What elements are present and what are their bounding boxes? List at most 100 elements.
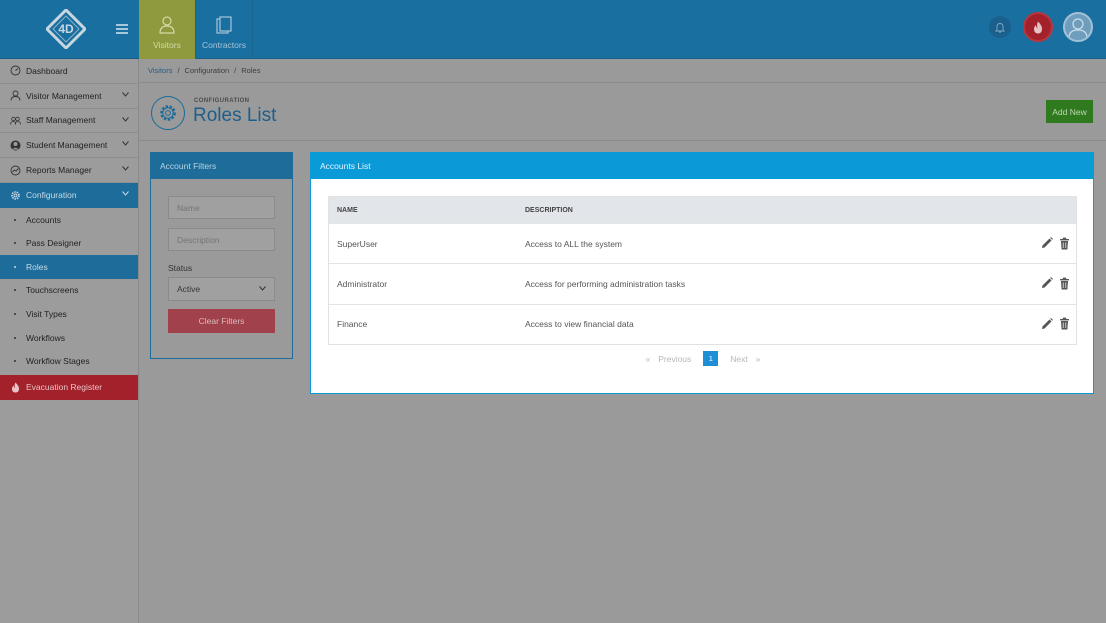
logo-text: 4D: [58, 22, 74, 36]
topnav-contractors[interactable]: Contractors: [196, 0, 253, 59]
delete-icon[interactable]: [1059, 317, 1070, 330]
pagination-next[interactable]: Next: [730, 354, 747, 364]
sidebar-subitem-pass-designer[interactable]: Pass Designer: [0, 231, 138, 255]
gear-icon: [10, 190, 21, 201]
chevron-down-icon: [122, 91, 129, 97]
breadcrumb-separator: /: [234, 66, 237, 75]
status-select-value: Active: [177, 284, 201, 294]
chevron-down-icon: [122, 141, 129, 147]
edit-icon[interactable]: [1040, 276, 1054, 290]
table-row: Finance Access to view financial data: [329, 303, 1076, 344]
sidebar-item-visitor-management[interactable]: Visitor Management: [0, 84, 138, 109]
sidebar-item-label: Dashboard: [26, 65, 68, 76]
chevron-down-icon: [122, 166, 129, 171]
row-actions: [1035, 317, 1070, 331]
chevron-down-icon: [122, 116, 129, 122]
topnav-contractors-label: Contractors: [202, 40, 246, 50]
sidebar-subitem-label: Pass Designer: [26, 238, 82, 249]
flame-icon: [1033, 21, 1043, 33]
flame-icon: [10, 382, 21, 393]
edit-icon[interactable]: [1040, 236, 1054, 250]
table-row: Administrator Access for performing admi…: [329, 263, 1076, 303]
chevron-down-icon: [259, 286, 266, 291]
breadcrumb-separator: /: [177, 66, 180, 75]
filters-title: Account Filters: [151, 153, 292, 179]
user-icon: [159, 16, 175, 34]
sidebar-subitem-label: Workflow Stages: [26, 356, 90, 367]
sidebar-subitem-label: Touchscreens: [26, 285, 79, 296]
sidebar-item-label: Visitor Management: [26, 90, 102, 101]
top-nav: Visitors Contractors: [139, 0, 253, 59]
group-icon: [10, 115, 21, 126]
document-icon: [216, 16, 232, 34]
row-description: Access to ALL the system: [525, 238, 623, 249]
delete-icon[interactable]: [1059, 277, 1070, 290]
avatar-user-icon: [1068, 18, 1088, 38]
table-header: NAME DESCRIPTION: [329, 197, 1076, 223]
sidebar-item-configuration[interactable]: Configuration: [0, 182, 138, 208]
column-header-description[interactable]: DESCRIPTION: [525, 207, 573, 214]
row-actions: [1035, 236, 1070, 250]
sidebar-subitem-touchscreens[interactable]: Touchscreens: [0, 279, 138, 303]
sidebar-item-label: Configuration: [26, 190, 77, 201]
chevron-down-icon: [122, 191, 129, 196]
row-name: Administrator: [337, 278, 388, 289]
accounts-list-panel: Accounts List NAME DESCRIPTION SuperUser…: [310, 152, 1094, 394]
sidebar-subitem-workflows[interactable]: Workflows: [0, 326, 138, 350]
delete-icon[interactable]: [1059, 237, 1070, 250]
sidebar-item-reports-manager[interactable]: Reports Manager: [0, 158, 138, 183]
breadcrumb-configuration[interactable]: Configuration: [185, 66, 230, 75]
row-name: Finance: [337, 319, 368, 330]
sidebar-item-label: Reports Manager: [26, 165, 92, 176]
breadcrumb-visitors[interactable]: Visitors: [148, 66, 172, 75]
row-description: Access to view financial data: [525, 319, 634, 330]
row-actions: [1035, 276, 1070, 290]
divider: [139, 82, 1106, 83]
divider: [139, 140, 1106, 141]
sidebar-subitem-accounts[interactable]: Accounts: [0, 208, 138, 232]
table-row: SuperUser Access to ALL the system: [329, 223, 1076, 263]
sidebar-item-staff-management[interactable]: Staff Management: [0, 109, 138, 134]
evacuation-button[interactable]: [1023, 12, 1053, 42]
sidebar-subitem-label: Roles: [26, 261, 48, 272]
status-select[interactable]: Active: [168, 277, 275, 301]
sidebar-item-dashboard[interactable]: Dashboard: [0, 59, 138, 84]
pagination-page-1[interactable]: 1: [703, 351, 719, 366]
topnav-visitors[interactable]: Visitors: [139, 0, 196, 59]
pagination: « Previous 1 Next »: [311, 351, 1095, 366]
add-new-button[interactable]: Add New: [1046, 100, 1093, 123]
breadcrumb: Visitors / Configuration / Roles: [148, 66, 260, 75]
logo-area: 4D: [0, 0, 139, 59]
sidebar: Dashboard Visitor Management Staff Manag…: [0, 59, 139, 623]
pagination-first[interactable]: «: [645, 354, 650, 364]
pagination-previous[interactable]: Previous: [658, 354, 691, 364]
pagination-last[interactable]: »: [756, 354, 761, 364]
sidebar-item-label: Staff Management: [26, 115, 96, 126]
notifications-button[interactable]: [989, 16, 1011, 38]
accounts-list-title: Accounts List: [311, 153, 1093, 179]
sidebar-subitem-label: Accounts: [26, 214, 61, 225]
description-filter-input[interactable]: [168, 228, 275, 251]
status-label: Status: [168, 263, 193, 273]
name-filter-input[interactable]: [168, 196, 275, 219]
sidebar-subitem-visit-types[interactable]: Visit Types: [0, 302, 138, 326]
sidebar-subitem-roles[interactable]: Roles: [0, 254, 138, 279]
menu-toggle-icon[interactable]: [116, 24, 128, 34]
logo-4d[interactable]: 4D: [46, 9, 86, 49]
user-icon: [10, 90, 21, 101]
clear-filters-button[interactable]: Clear Filters: [168, 309, 275, 333]
row-name: SuperUser: [337, 238, 378, 249]
sidebar-item-evacuation-register[interactable]: Evacuation Register: [0, 374, 138, 400]
edit-icon[interactable]: [1040, 317, 1054, 331]
sidebar-item-student-management[interactable]: Student Management: [0, 133, 138, 159]
column-header-name[interactable]: NAME: [337, 207, 358, 214]
user-avatar[interactable]: [1063, 12, 1093, 42]
top-right-controls: [989, 12, 1093, 42]
topnav-visitors-label: Visitors: [153, 40, 181, 50]
sidebar-subitem-workflow-stages[interactable]: Workflow Stages: [0, 349, 138, 373]
roles-table: NAME DESCRIPTION SuperUser Access to ALL…: [328, 196, 1077, 345]
account-filters-panel: Account Filters Status Active Clear Filt…: [150, 152, 293, 359]
chart-icon: [10, 165, 21, 176]
row-description: Access for performing administration tas…: [525, 278, 686, 289]
dashboard-icon: [10, 65, 21, 76]
